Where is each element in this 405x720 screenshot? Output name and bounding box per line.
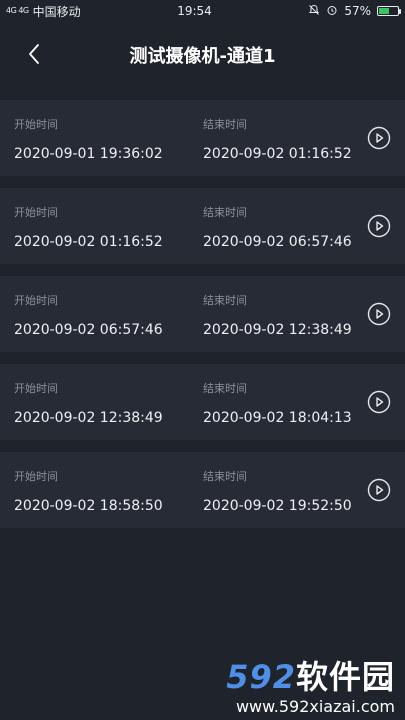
start-time-label: 开始时间: [14, 470, 58, 483]
end-time-label: 结束时间: [203, 294, 247, 307]
alarm-icon: [326, 4, 338, 19]
start-time-value: 2020-09-02 18:58:50: [14, 498, 163, 514]
battery-percent: 57%: [344, 4, 371, 18]
recording-card[interactable]: 开始时间 结束时间 2020-09-02 18:58:50 2020-09-02…: [0, 452, 405, 528]
start-time-value: 2020-09-01 19:36:02: [14, 146, 163, 162]
start-time-value: 2020-09-02 06:57:46: [14, 322, 163, 338]
recording-list: 开始时间 结束时间 2020-09-01 19:36:02 2020-09-02…: [0, 100, 405, 540]
mute-icon: [308, 4, 320, 19]
recording-card[interactable]: 开始时间 结束时间 2020-09-02 01:16:52 2020-09-02…: [0, 188, 405, 264]
chevron-left-icon: [29, 44, 39, 64]
end-time-label: 结束时间: [203, 470, 247, 483]
end-time-label: 结束时间: [203, 382, 247, 395]
battery-icon: [377, 6, 401, 16]
recording-card[interactable]: 开始时间 结束时间 2020-09-02 06:57:46 2020-09-02…: [0, 276, 405, 352]
play-icon[interactable]: [367, 126, 391, 150]
back-button[interactable]: [22, 42, 46, 66]
play-icon[interactable]: [367, 390, 391, 414]
play-icon[interactable]: [367, 478, 391, 502]
end-time-value: 2020-09-02 06:57:46: [203, 234, 352, 250]
watermark-logo-text: 软件园: [295, 658, 395, 696]
clock: 19:54: [177, 4, 212, 18]
watermark-logo: 592软件园: [226, 652, 395, 698]
app-header: 测试摄像机-通道1: [0, 22, 405, 88]
watermark: 592软件园 www.592xiazai.com: [195, 652, 395, 716]
start-time-label: 开始时间: [14, 294, 58, 307]
watermark-url: www.592xiazai.com: [235, 697, 395, 716]
battery-fill: [379, 8, 389, 14]
status-left: 4G 4G 中国移动: [6, 3, 81, 20]
end-time-value: 2020-09-02 19:52:50: [203, 498, 352, 514]
start-time-label: 开始时间: [14, 118, 58, 131]
start-time-label: 开始时间: [14, 206, 58, 219]
end-time-label: 结束时间: [203, 118, 247, 131]
start-time-label: 开始时间: [14, 382, 58, 395]
page-title: 测试摄像机-通道1: [129, 46, 276, 67]
play-icon[interactable]: [367, 302, 391, 326]
end-time-label: 结束时间: [203, 206, 247, 219]
play-icon[interactable]: [367, 214, 391, 238]
watermark-logo-number: 592: [226, 658, 296, 696]
signal-icon: 4G 4G: [6, 6, 29, 15]
carrier-name: 中国移动: [32, 4, 81, 19]
end-time-value: 2020-09-02 12:38:49: [203, 322, 352, 338]
end-time-value: 2020-09-02 01:16:52: [203, 146, 352, 162]
status-bar: 4G 4G 中国移动 19:54 57%: [0, 0, 405, 22]
status-right: 57%: [308, 4, 401, 19]
end-time-value: 2020-09-02 18:04:13: [203, 410, 352, 426]
recording-card[interactable]: 开始时间 结束时间 2020-09-02 12:38:49 2020-09-02…: [0, 364, 405, 440]
start-time-value: 2020-09-02 12:38:49: [14, 410, 163, 426]
start-time-value: 2020-09-02 01:16:52: [14, 234, 163, 250]
recording-card[interactable]: 开始时间 结束时间 2020-09-01 19:36:02 2020-09-02…: [0, 100, 405, 176]
